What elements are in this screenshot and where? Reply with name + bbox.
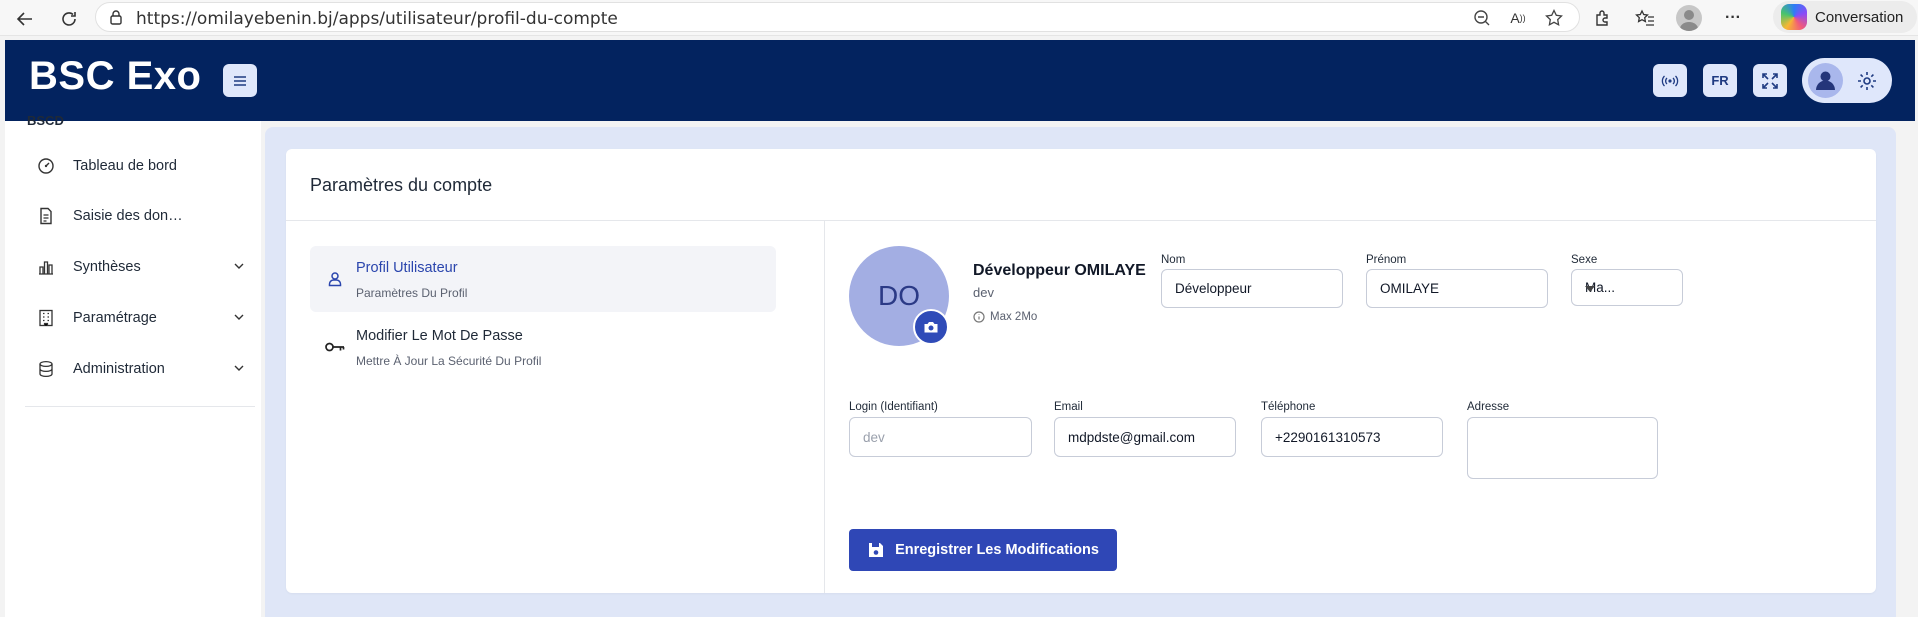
upload-photo-button[interactable]	[913, 309, 949, 345]
camera-icon	[924, 322, 938, 333]
sidebar-section-label: BSCD	[27, 113, 64, 128]
adresse-label: Adresse	[1467, 401, 1510, 413]
conversation-label: Conversation	[1815, 8, 1904, 26]
sidebar-divider	[25, 406, 255, 407]
prenom-label: Prénom	[1366, 254, 1407, 266]
hamburger-icon	[234, 75, 246, 86]
account-settings-card: Paramètres du compte Profil Utilisateur …	[286, 149, 1876, 593]
adresse-textarea[interactable]	[1467, 417, 1658, 479]
building-icon	[35, 307, 57, 329]
page-title: Paramètres du compte	[310, 175, 493, 195]
settings-gear-icon[interactable]	[1856, 70, 1878, 97]
save-button[interactable]: Enregistrer Les Modifications	[849, 529, 1117, 571]
floppy-disk-icon	[869, 543, 884, 557]
user-icon	[324, 268, 346, 290]
favorite-star-icon[interactable]	[1543, 7, 1565, 29]
max-size-hint: Max 2Mo	[973, 311, 1037, 323]
database-icon	[35, 358, 57, 380]
language-button[interactable]: FR	[1703, 64, 1737, 97]
copilot-conversation-button[interactable]: Conversation	[1773, 1, 1918, 33]
broadcast-icon	[1661, 75, 1679, 86]
tab-modifier-mot-de-passe[interactable]: Modifier Le Mot De Passe Mettre À Jour L…	[310, 314, 776, 380]
email-label: Email	[1054, 401, 1083, 413]
info-icon	[973, 311, 985, 323]
sexe-label: Sexe	[1571, 254, 1598, 266]
email-input[interactable]	[1054, 417, 1236, 457]
caret-down-icon	[1585, 286, 1595, 292]
favorites-list-icon[interactable]	[1634, 7, 1656, 29]
sidebar-item-label: Tableau de bord	[73, 158, 177, 174]
extensions-icon[interactable]	[1592, 7, 1614, 29]
url-text[interactable]: https://omilayebenin.bj/apps/utilisateur…	[136, 9, 618, 29]
sidebar-item-label: Synthèses	[73, 259, 141, 275]
card-divider	[286, 220, 1876, 221]
save-button-label: Enregistrer Les Modifications	[895, 542, 1099, 558]
sidebar-toggle-button[interactable]	[223, 64, 257, 97]
nom-label: Nom	[1161, 254, 1186, 266]
vertical-divider	[824, 221, 825, 593]
nom-input[interactable]	[1161, 269, 1343, 308]
bar-chart-icon	[35, 256, 57, 278]
tab-subtitle: Paramètres Du Profil	[356, 286, 468, 300]
user-avatar[interactable]	[1808, 63, 1843, 98]
profile-full-name: Développeur OMILAYE	[973, 262, 1146, 279]
login-input[interactable]	[849, 417, 1032, 457]
tab-title: Profil Utilisateur	[356, 260, 458, 276]
sidebar-item-tableau-de-bord[interactable]: Tableau de bord	[35, 151, 245, 181]
more-menu-icon[interactable]: ···	[1722, 7, 1744, 29]
chevron-down-icon[interactable]	[233, 260, 245, 276]
login-label: Login (Identifiant)	[849, 401, 938, 413]
fullscreen-button[interactable]	[1753, 64, 1787, 97]
sidebar-item-label: Saisie des don…	[73, 208, 183, 224]
expand-icon	[1762, 72, 1778, 89]
dashboard-icon	[35, 155, 57, 177]
read-aloud-icon[interactable]: A))	[1507, 7, 1529, 29]
refresh-icon[interactable]	[56, 6, 82, 32]
max-size-text: Max 2Mo	[990, 311, 1038, 323]
address-bar[interactable]: https://omilayebenin.bj/apps/utilisateur…	[95, 2, 1580, 32]
telephone-input[interactable]	[1261, 417, 1443, 457]
browser-profile-avatar[interactable]	[1676, 5, 1702, 31]
browser-chrome: https://omilayebenin.bj/apps/utilisateur…	[0, 0, 1918, 36]
lock-icon[interactable]	[108, 9, 124, 30]
profile-login: dev	[973, 285, 994, 300]
chevron-down-icon[interactable]	[233, 362, 245, 378]
telephone-label: Téléphone	[1261, 401, 1316, 413]
sidebar-item-parametrage[interactable]: Paramétrage	[35, 303, 245, 333]
user-menu[interactable]	[1802, 58, 1892, 103]
app-header: BSC Exo FR	[5, 40, 1915, 121]
sidebar: BSCD Tableau de bord Saisie des don… Syn…	[5, 113, 261, 617]
sidebar-item-label: Paramétrage	[73, 310, 157, 326]
key-icon	[324, 336, 346, 358]
chevron-down-icon[interactable]	[233, 311, 245, 327]
tab-subtitle: Mettre À Jour La Sécurité Du Profil	[356, 354, 542, 368]
tab-title: Modifier Le Mot De Passe	[356, 328, 523, 344]
broadcast-button[interactable]	[1653, 64, 1687, 97]
back-icon[interactable]	[12, 6, 38, 32]
user-avatar-icon	[1816, 71, 1835, 90]
prenom-input[interactable]	[1366, 269, 1548, 308]
sidebar-item-syntheses[interactable]: Synthèses	[35, 252, 245, 282]
copilot-icon	[1781, 4, 1807, 30]
sexe-select[interactable]: Ma...	[1571, 269, 1683, 306]
tab-profil-utilisateur[interactable]: Profil Utilisateur Paramètres Du Profil	[310, 246, 776, 312]
sidebar-item-administration[interactable]: Administration	[35, 354, 245, 384]
sidebar-item-saisie-des-donnees[interactable]: Saisie des don…	[35, 201, 245, 231]
app-brand[interactable]: BSC Exo	[29, 54, 201, 99]
zoom-out-icon[interactable]	[1471, 7, 1493, 29]
sidebar-item-label: Administration	[73, 361, 165, 377]
document-icon	[35, 205, 57, 227]
